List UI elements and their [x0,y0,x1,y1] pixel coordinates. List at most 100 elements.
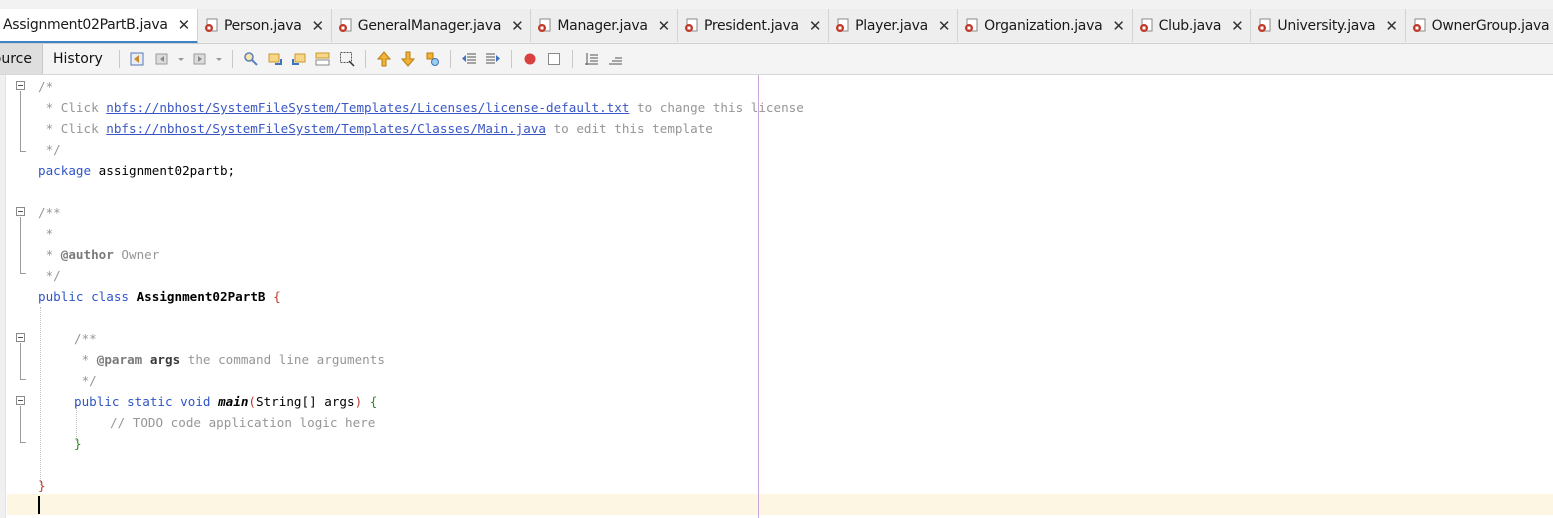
code-line-10: */ [38,265,61,286]
text-caret [38,496,40,514]
fold-toggle-class-javadoc[interactable] [16,207,25,216]
previous-bookmark-icon[interactable] [376,51,392,67]
comment-text: * [74,352,97,367]
tab-assignment02partb[interactable]: Assignment02PartB.java ✕ [0,9,198,43]
tab-label: Person.java [223,17,302,34]
code-line-9: * @author Owner [38,244,160,265]
java-file-icon [338,18,353,33]
java-file-icon [537,18,552,33]
tab-ownergroup[interactable]: OwnerGroup.java✕ [1405,9,1553,42]
comment-text: to edit this template [546,121,713,136]
close-tab-icon[interactable]: ✕ [178,16,191,34]
tab-manager[interactable]: Manager.java ✕ [531,9,678,42]
brace: } [38,478,46,493]
close-tab-icon[interactable]: ✕ [511,17,524,35]
class-template-link[interactable]: nbfs://nbhost/SystemFileSystem/Templates… [106,121,546,136]
toolbar-separator [364,50,366,68]
comment-icon[interactable] [583,51,599,67]
editor-tab-bar: Assignment02PartB.java ✕ Person.java ✕ Gener… [0,0,1553,44]
java-file-icon [204,18,219,33]
toolbar-separator [571,50,573,68]
tab-player[interactable]: Player.java ✕ [829,9,959,42]
history-view-label: History [53,51,103,67]
code-line-2: * Click nbfs://nbhost/SystemFileSystem/T… [38,97,804,118]
tab-label: University.java [1277,17,1376,34]
paren: ) [354,394,363,409]
tab-person[interactable]: Person.java ✕ [197,9,332,42]
close-tab-icon[interactable]: ✕ [311,17,324,35]
toolbar-separator [510,50,512,68]
start-macro-recording-icon[interactable] [522,51,538,67]
java-file-icon [1139,18,1154,33]
close-tab-icon[interactable]: ✕ [809,17,822,35]
license-template-link[interactable]: nbfs://nbhost/SystemFileSystem/Templates… [106,100,629,115]
tab-university[interactable]: University.java ✕ [1251,9,1406,42]
fold-toggle-main-method[interactable] [16,396,25,405]
right-margin-guide [758,75,759,518]
java-file-icon [964,18,979,33]
find-icon[interactable] [243,51,259,67]
current-line-highlight [7,494,1553,515]
back-icon[interactable] [154,51,170,67]
keyword: public class [38,289,129,304]
source-view-button[interactable]: Source [0,44,43,74]
close-tab-icon[interactable]: ✕ [1112,17,1125,35]
forward-dropdown-icon[interactable] [215,51,222,67]
tab-organization[interactable]: Organization.java ✕ [958,9,1133,42]
keyword: package [38,163,92,178]
brace: { [273,289,281,304]
comment-text: Owner [113,247,160,262]
tab-list: Assignment02PartB.java ✕ Person.java ✕ Gener… [0,9,1553,43]
comment-text: * Click [38,100,107,115]
source-view-label: Source [0,51,32,67]
toggle-bookmark-icon[interactable] [424,51,440,67]
close-tab-icon[interactable]: ✕ [658,17,671,35]
comment-text: */ [38,142,61,157]
code-line-7: /** [38,202,61,223]
code-editor[interactable]: /* * Click nbfs://nbhost/SystemFileSyste… [0,75,1553,518]
code-line-15: */ [74,370,97,391]
close-tab-icon[interactable]: ✕ [1231,17,1244,35]
code-line-20: } [38,475,46,496]
find-next-icon[interactable] [291,51,307,67]
java-file-icon [1257,18,1272,33]
fold-end [20,442,26,443]
tab-club[interactable]: Club.java ✕ [1132,9,1252,42]
comment-text: /** [38,205,61,220]
comment-text: */ [38,268,61,283]
next-bookmark-icon[interactable] [400,51,416,67]
last-edit-icon[interactable] [130,51,146,67]
method-signature: String[] args [256,394,355,409]
close-tab-icon[interactable]: ✕ [1385,17,1398,35]
tab-label: President.java [703,17,799,34]
toolbar-separator [449,50,451,68]
tab-president[interactable]: President.java ✕ [677,9,830,42]
uncomment-icon[interactable] [607,51,623,67]
comment-text: // TODO code application logic here [110,415,376,430]
paren: ( [248,394,257,409]
line-number-gutter [0,75,6,518]
find-previous-icon[interactable] [267,51,283,67]
stop-macro-recording-icon[interactable] [546,51,562,67]
history-view-button[interactable]: History [43,44,113,74]
comment-text: */ [74,373,97,388]
tab-label: Organization.java [984,17,1103,34]
fold-toggle-method-javadoc[interactable] [16,333,25,342]
shift-left-icon[interactable] [461,51,477,67]
comment-text: /* [38,79,54,94]
shift-right-icon[interactable] [485,51,501,67]
back-dropdown-icon[interactable] [177,51,184,67]
tab-generalmanager[interactable]: GeneralManager.java ✕ [331,9,532,42]
toggle-highlight-icon[interactable] [315,51,331,67]
toolbar-separator [231,50,233,68]
close-tab-icon[interactable]: ✕ [938,17,951,35]
method-name: main [218,394,249,409]
toggle-rect-selection-icon[interactable] [339,51,355,67]
class-name: Assignment02PartB [136,289,266,304]
javadoc-tag: @param [96,352,143,367]
fold-end [20,379,26,380]
fold-toggle-header-comment[interactable] [16,81,25,90]
code-line-17: // TODO code application logic here [110,412,375,433]
forward-icon[interactable] [192,51,208,67]
java-file-icon [684,18,699,33]
